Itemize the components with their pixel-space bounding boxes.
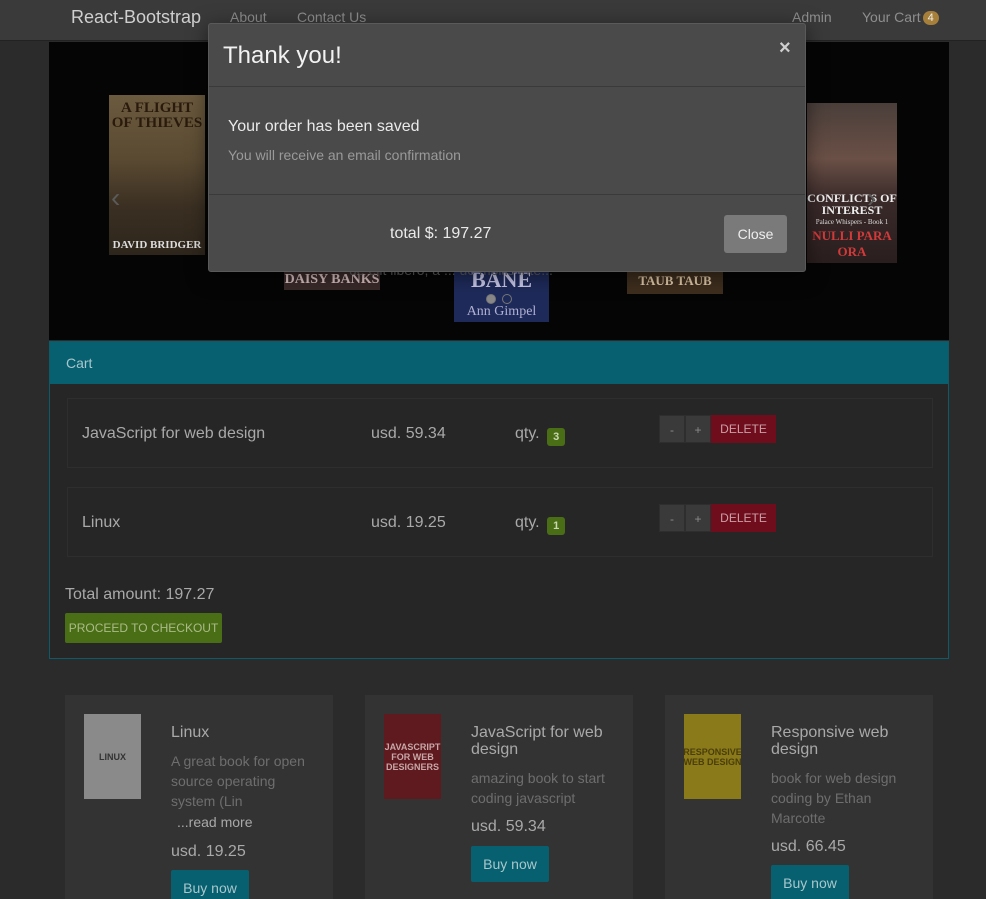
cart-item-actions: - + DELETE <box>659 504 776 532</box>
nav-link-cart[interactable]: Your Cart 4 <box>862 9 939 25</box>
product-card: RESPONSIVE WEB DESIGN Responsive web des… <box>665 695 933 899</box>
buy-now-button[interactable]: Buy now <box>471 846 549 882</box>
qty-badge: 1 <box>547 517 566 535</box>
proceed-to-checkout-button[interactable]: PROCEED TO CHECKOUT <box>65 613 222 643</box>
cart-item-actions: - + DELETE <box>659 415 776 443</box>
carousel-indicator-active[interactable] <box>486 294 496 304</box>
chevron-left-icon[interactable]: ‹ <box>111 182 120 214</box>
read-more-link[interactable]: ...read more <box>177 814 252 830</box>
cart-total-amount: Total amount: 197.27 <box>65 586 215 603</box>
buy-now-button[interactable]: Buy now <box>171 870 249 899</box>
qty-label: qty. <box>515 425 540 442</box>
cart-item-row: JavaScript for web design usd. 59.34 qty… <box>67 398 933 468</box>
product-description: amazing book to start coding javascript <box>471 770 605 806</box>
close-icon[interactable]: × <box>779 37 791 60</box>
modal-footer-divider <box>209 194 805 195</box>
product-cover-image[interactable]: LINUX <box>84 714 141 799</box>
book-cover-title: A FLIGHT OF THIEVES <box>111 100 203 131</box>
book-cover-author: DAVID BRIDGER <box>112 239 202 251</box>
modal-message: Your order has been saved <box>228 118 420 135</box>
product-description: book for web design coding by Ethan Marc… <box>771 770 897 826</box>
cart-item-title: JavaScript for web design <box>82 425 266 442</box>
cart-item-qty: qty. 1 <box>515 514 566 535</box>
cart-item-qty: qty. 3 <box>515 425 566 446</box>
modal-total: total $: 197.27 <box>390 225 492 242</box>
increase-qty-button[interactable]: + <box>685 415 711 443</box>
delete-item-button[interactable]: DELETE <box>711 504 776 532</box>
nav-cart-label: Your Cart <box>862 9 921 25</box>
cover-text: RESPONSIVE WEB DESIGN <box>683 746 742 767</box>
qty-label: qty. <box>515 514 540 531</box>
product-cover-image[interactable]: RESPONSIVE WEB DESIGN <box>683 714 742 799</box>
book-cover-author: NULLI PARA ORA <box>812 228 892 259</box>
product-price: usd. 66.45 <box>771 838 846 855</box>
carousel-book-cover[interactable]: A FLIGHT OF THIEVES DAVID BRIDGER <box>109 95 205 255</box>
chevron-right-icon[interactable]: › <box>867 182 876 214</box>
modal-subtext: You will receive an email confirmation <box>228 147 461 163</box>
product-title: Linux <box>171 724 210 741</box>
cover-text: LINUX <box>99 751 126 762</box>
product-card: LINUX Linux A great book for open source… <box>65 695 333 899</box>
qty-badge: 3 <box>547 428 566 446</box>
carousel-indicator[interactable] <box>502 294 512 304</box>
modal-title: Thank you! <box>223 42 342 69</box>
modal-close-button[interactable]: Close <box>724 215 787 253</box>
book-cover-title: CONFLICTS OF INTEREST <box>807 191 897 217</box>
modal-header-divider <box>209 86 805 87</box>
order-confirmation-modal: Thank you! × Your order has been saved Y… <box>208 23 806 272</box>
cart-item-row: Linux usd. 19.25 qty. 1 - + DELETE <box>67 487 933 557</box>
cart-panel: Cart JavaScript for web design usd. 59.3… <box>49 341 949 659</box>
decrease-qty-button[interactable]: - <box>659 415 685 443</box>
cart-count-badge: 4 <box>922 11 939 25</box>
cart-item-price: usd. 59.34 <box>371 425 446 442</box>
cover-text: JAVASCRIPT FOR WEB DESIGNERS <box>384 741 441 772</box>
buy-now-button[interactable]: Buy now <box>771 865 849 899</box>
increase-qty-button[interactable]: + <box>685 504 711 532</box>
cart-heading: Cart <box>50 342 948 384</box>
product-title: Responsive web design <box>771 724 889 758</box>
book-cover-author: Ann Gimpel <box>466 304 537 319</box>
navbar-brand[interactable]: React-Bootstrap <box>71 7 201 28</box>
cart-item-title: Linux <box>82 514 121 531</box>
book-cover-author: TAUB TAUB <box>638 272 712 288</box>
cart-item-price: usd. 19.25 <box>371 514 446 531</box>
product-price: usd. 19.25 <box>171 843 246 860</box>
product-price: usd. 59.34 <box>471 818 546 835</box>
product-card: JAVASCRIPT FOR WEB DESIGNERS JavaScript … <box>365 695 633 899</box>
carousel-book-cover[interactable]: CONFLICTS OF INTEREST Palace Whispers - … <box>807 103 897 263</box>
product-description: A great book for open source operating s… <box>171 753 305 809</box>
product-cover-image[interactable]: JAVASCRIPT FOR WEB DESIGNERS <box>384 714 441 799</box>
decrease-qty-button[interactable]: - <box>659 504 685 532</box>
book-cover-subtitle: Palace Whispers - Book 1 <box>815 218 889 226</box>
delete-item-button[interactable]: DELETE <box>711 415 776 443</box>
product-title: JavaScript for web design <box>471 724 603 758</box>
